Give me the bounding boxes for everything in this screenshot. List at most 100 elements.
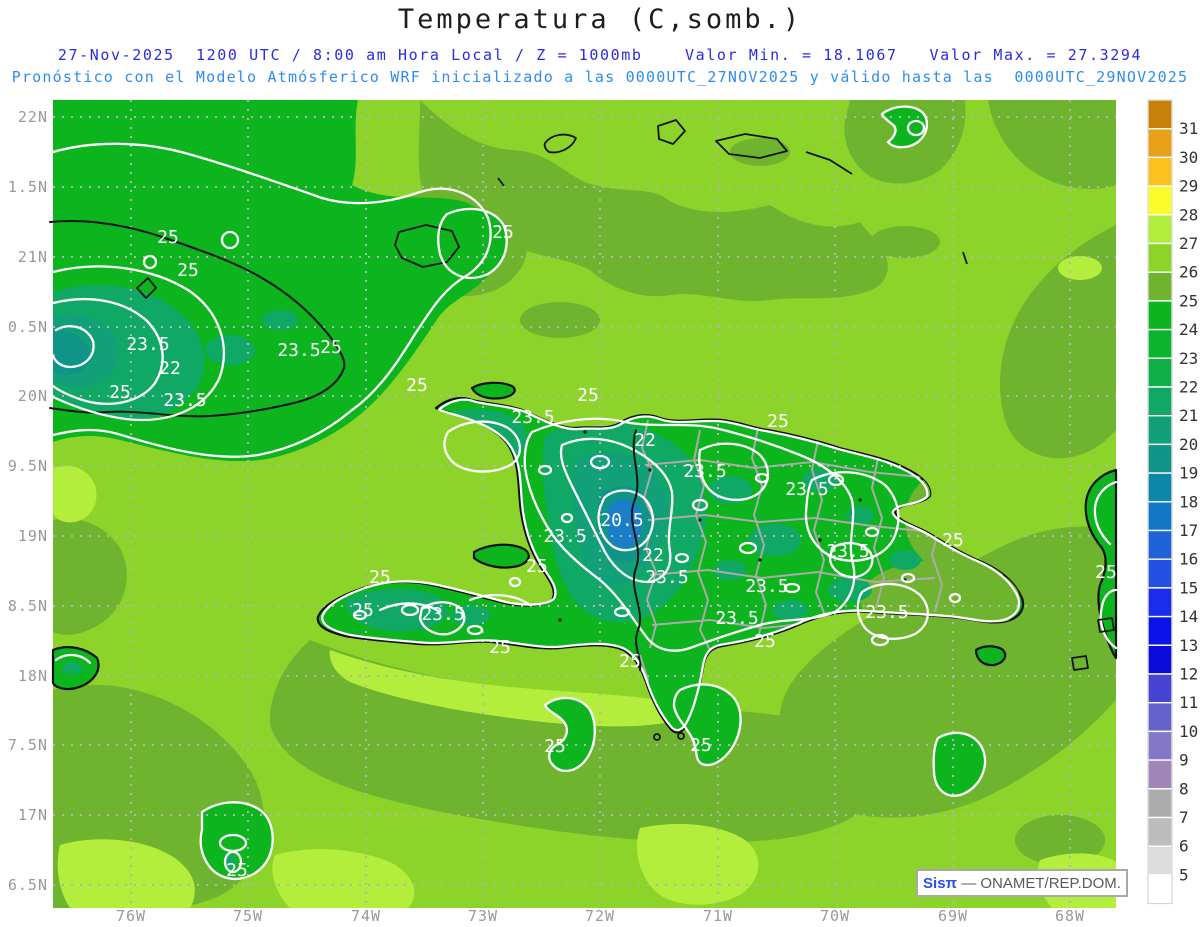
lon-tick-label: 73W — [468, 907, 498, 925]
branding-box: Sisπ — ONAMET/REP.DOM. — [916, 869, 1128, 897]
contour-label: 25 — [619, 651, 641, 672]
colorbar-tick-label: 20 — [1179, 435, 1198, 454]
lat-tick-label: 17N — [18, 806, 48, 824]
contour-label: 23.5 — [163, 390, 206, 411]
contour-label: 23.5 — [826, 541, 869, 562]
lon-tick-label: 69W — [938, 907, 968, 925]
lat-tick-label: 0.5N — [8, 318, 48, 336]
colorbar-tick-label: 14 — [1179, 607, 1198, 626]
colorbar-tick-label: 22 — [1179, 378, 1198, 397]
lat-tick-label: 22N — [18, 108, 48, 126]
saona-island — [974, 645, 1007, 667]
contour-label: 25 — [690, 735, 712, 756]
lon-tick-label: 68W — [1055, 907, 1085, 925]
contour-label: 25 — [1095, 562, 1117, 583]
colorbar-tick-label: 6 — [1179, 837, 1189, 856]
colorbar-tick-label: 25 — [1179, 291, 1198, 310]
system-name: Sisπ — [923, 874, 958, 892]
colorbar-segment — [1147, 357, 1173, 388]
colorbar-segment — [1147, 816, 1173, 847]
colorbar: 31 30 29 28 27 26 25 24 23 22 21 20 19 18 17 16 15 14 13 12… — [1147, 99, 1198, 905]
colorbar-tick-label: 16 — [1179, 550, 1198, 569]
lon-tick-label: 70W — [820, 907, 850, 925]
contour-label: 25 — [226, 860, 248, 881]
colorbar-tick-label: 7 — [1179, 808, 1189, 827]
colorbar-segment — [1147, 587, 1173, 618]
lat-tick-label: 20N — [18, 387, 48, 405]
contour-label: 25 — [754, 631, 776, 652]
colorbar-segment — [1147, 529, 1173, 560]
colorbar-segment — [1147, 730, 1173, 761]
colorbar-segment — [1147, 156, 1173, 187]
colorbar-segment — [1147, 501, 1173, 532]
lon-tick-label: 74W — [351, 907, 381, 925]
contour-label: 25 — [526, 556, 548, 577]
colorbar-segment — [1147, 472, 1173, 503]
colorbar-tick-label: 31 — [1179, 119, 1198, 138]
colorbar-tick-label: 29 — [1179, 177, 1198, 196]
lat-tick-label: 19N — [18, 527, 48, 545]
colorbar-segment — [1147, 558, 1173, 589]
contour-label: 22 — [642, 545, 664, 566]
colorbar-tick-label: 11 — [1179, 693, 1198, 712]
lat-tick-label: 8.5N — [8, 597, 48, 615]
contour-label: 25 — [489, 637, 511, 658]
colorbar-segment — [1147, 328, 1173, 360]
branding-separator: — — [957, 874, 981, 892]
colorbar-segment — [1147, 845, 1173, 876]
colorbar-segment — [1147, 214, 1173, 245]
contour-label: 23.5 — [126, 334, 169, 355]
colorbar-tick-label: 24 — [1179, 320, 1198, 339]
lat-tick-label: 1.5N — [8, 178, 48, 196]
contour-label: 25 — [942, 530, 964, 551]
colorbar-tick-label: 27 — [1179, 234, 1198, 253]
colorbar-tick-label: 9 — [1179, 751, 1189, 770]
colorbar-tick-label: 23 — [1179, 349, 1198, 368]
colorbar-tick-label: 10 — [1179, 722, 1198, 741]
contour-label: 23.5 — [511, 407, 554, 428]
colorbar-tick-label: 15 — [1179, 578, 1198, 597]
lat-tick-label: 18N — [18, 667, 48, 685]
colorbar-segment — [1147, 242, 1173, 273]
lon-tick-label: 72W — [585, 907, 615, 925]
contour-label: 25 — [369, 567, 391, 588]
colorbar-segment — [1147, 99, 1173, 130]
colorbar-segment — [1147, 300, 1173, 331]
colorbar-segment — [1147, 788, 1173, 819]
colorbar-segment — [1147, 615, 1173, 646]
lat-tick-label: 9.5N — [8, 457, 48, 475]
contour-label: 23.5 — [715, 608, 758, 629]
colorbar-segment — [1147, 673, 1173, 704]
colorbar-segment — [1147, 644, 1173, 675]
contour-label: 23.5 — [785, 479, 828, 500]
colorbar-segment — [1147, 271, 1173, 302]
contour-label: 23.5 — [543, 526, 586, 547]
contour-label: 25 — [109, 382, 131, 403]
colorbar-segment — [1147, 759, 1173, 790]
colorbar-tick-label: 18 — [1179, 492, 1198, 511]
colorbar-segment — [1147, 874, 1173, 905]
contour-label: 22 — [159, 358, 181, 379]
contour-label: 25 — [352, 600, 374, 621]
contour-label: 25 — [177, 260, 199, 281]
lat-tick-label: 21N — [18, 248, 48, 266]
contour-label: 23.5 — [683, 461, 726, 482]
contour-label: 20.5 — [600, 510, 643, 531]
colorbar-tick-label: 17 — [1179, 521, 1198, 540]
contour-label: 23.5 — [277, 340, 320, 361]
lat-tick-label: 7.5N — [8, 736, 48, 754]
contour-label: 23.5 — [745, 576, 788, 597]
weather-map-page: Temperatura (C,somb.) 27-Nov-2025 1200 U… — [0, 0, 1200, 927]
contour-label: 25 — [767, 411, 789, 432]
contour-label: 22 — [634, 430, 656, 451]
contour-label: 25 — [492, 222, 514, 243]
lon-tick-label: 76W — [116, 907, 146, 925]
contour-label: 25 — [544, 736, 566, 757]
contour-label: 23.5 — [421, 604, 464, 625]
contour-label: 25 — [577, 385, 599, 406]
colorbar-tick-label: 13 — [1179, 636, 1198, 655]
colorbar-tick-label: 30 — [1179, 148, 1198, 167]
lat-tick-label: 6.5N — [8, 876, 48, 894]
lon-tick-label: 71W — [703, 907, 733, 925]
agency-name: ONAMET/REP.DOM. — [980, 874, 1121, 892]
